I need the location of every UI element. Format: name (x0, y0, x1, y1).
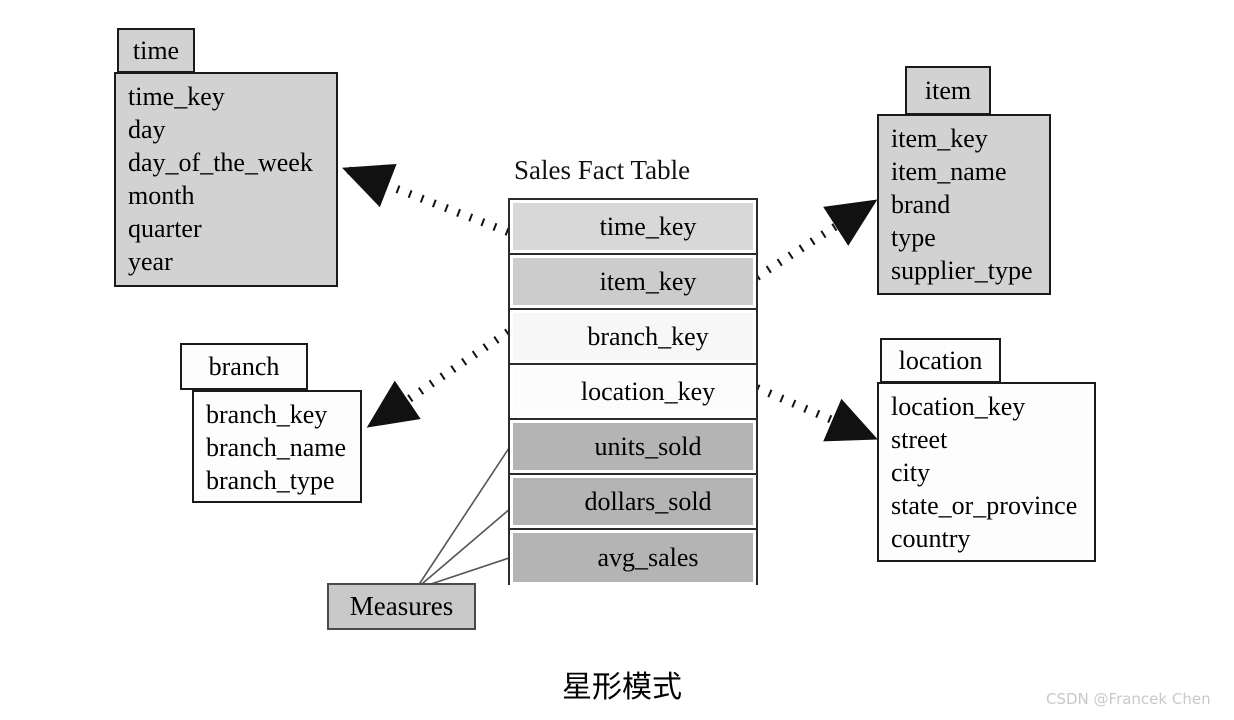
link-item (754, 199, 878, 281)
fact-field-avg-sales: avg_sales (513, 533, 753, 582)
dimension-body-location: location_key street city state_or_provin… (877, 382, 1096, 562)
fact-table-row: time_key (510, 200, 756, 255)
fact-table-row: branch_key (510, 310, 756, 365)
dimension-body-time: time_key day day_of_the_week month quart… (114, 72, 338, 287)
star-schema-diagram: time time_key day day_of_the_week month … (0, 0, 1234, 720)
fact-field-dollars-sold: dollars_sold (513, 478, 753, 525)
watermark-text: CSDN @Francek Chen (1046, 690, 1211, 708)
measures-label-box: Measures (327, 583, 476, 630)
measure-leader-dollars (415, 507, 512, 590)
dimension-field: type (891, 223, 936, 252)
dimension-field: brand (891, 190, 951, 219)
measure-leader-units (415, 444, 512, 590)
dimension-body-item: item_key item_name brand type supplier_t… (877, 114, 1051, 295)
dimension-title-location: location (898, 345, 983, 375)
dimension-title-time: time (132, 35, 180, 65)
dimension-field: quarter (128, 214, 202, 243)
link-branch (366, 328, 511, 428)
dimension-field: item_key (891, 124, 988, 153)
dimension-field: day_of_the_week (128, 148, 313, 177)
dimension-body-branch: branch_key branch_name branch_type (192, 390, 362, 503)
dimension-field: month (128, 181, 195, 210)
dimension-field: state_or_province (891, 491, 1078, 520)
fact-table-row: location_key (510, 365, 756, 420)
dimension-title-branch: branch (208, 351, 280, 381)
dimension-field: branch_type (206, 466, 335, 495)
dimension-field: city (891, 458, 930, 487)
dimension-field: item_name (891, 157, 1007, 186)
fact-table-title: Sales Fact Table (514, 155, 691, 185)
fact-field-units-sold: units_sold (513, 423, 753, 470)
fact-table-row: dollars_sold (510, 475, 756, 530)
dimension-field: year (128, 247, 173, 276)
fact-field-location-key: location_key (513, 368, 753, 415)
dimension-tab-item: item (905, 66, 991, 115)
dimension-field: day (128, 115, 166, 144)
fact-table: time_key item_key branch_key location_ke… (508, 198, 758, 585)
dimension-field: country (891, 524, 971, 553)
dimension-field: street (891, 425, 948, 454)
dimension-tab-branch: branch (180, 343, 308, 390)
dimension-field: branch_key (206, 400, 328, 429)
fact-table-row: avg_sales (510, 530, 756, 585)
dimension-tab-location: location (880, 338, 1001, 383)
fact-field-branch-key: branch_key (513, 313, 753, 360)
fact-table-row: item_key (510, 255, 756, 310)
fact-field-item-key: item_key (513, 258, 753, 305)
link-location (755, 384, 878, 442)
link-time (342, 163, 510, 236)
fact-table-row: units_sold (510, 420, 756, 475)
measures-label: Measures (349, 591, 454, 621)
dimension-field: branch_name (206, 433, 347, 462)
diagram-caption: 星形模式 (562, 670, 682, 705)
dimension-title-item: item (924, 75, 972, 105)
fact-field-time-key: time_key (513, 203, 753, 250)
dimension-field: location_key (891, 392, 1026, 421)
dimension-field: supplier_type (891, 256, 1033, 285)
dimension-field: time_key (128, 82, 225, 111)
dimension-tab-time: time (117, 28, 195, 73)
